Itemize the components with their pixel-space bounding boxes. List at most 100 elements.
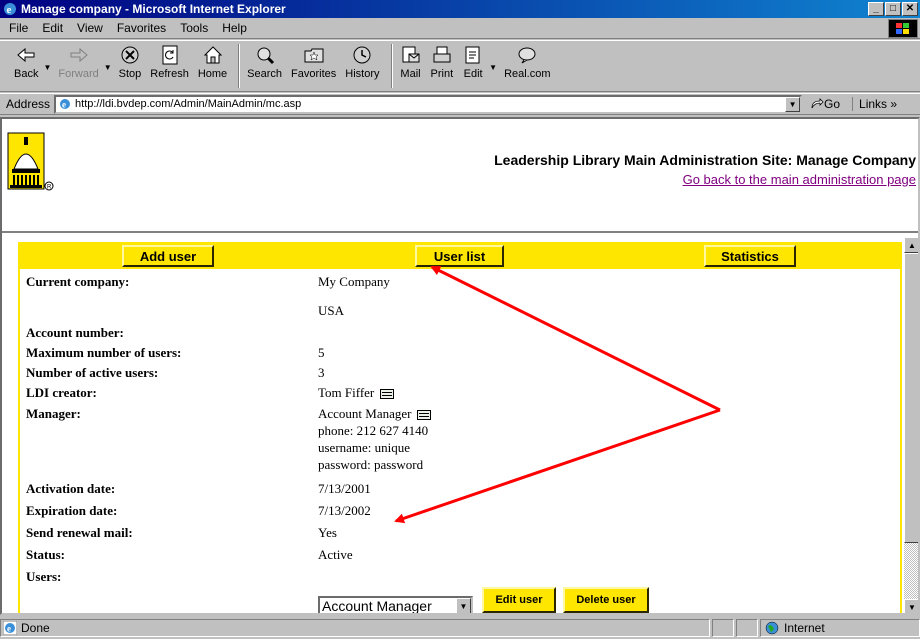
current-company-label: Current company: (26, 274, 130, 289)
toolbar: Back ▼ Forward ▼ Stop Refresh Home Searc… (0, 40, 920, 92)
edit-page-icon (465, 46, 480, 64)
menu-tools[interactable]: Tools (173, 21, 215, 35)
address-bar: Address e http://ldi.bvdep.com/Admin/Mai… (0, 93, 920, 115)
nav-bar: Add user User list Statistics (18, 242, 902, 269)
minimize-button[interactable]: _ (868, 2, 884, 16)
history-icon (353, 46, 371, 64)
manager-value: Account Manager (318, 406, 431, 422)
forward-dropdown-icon[interactable]: ▼ (104, 63, 112, 72)
back-dropdown-icon[interactable]: ▼ (43, 63, 51, 72)
status-bar: e Done Internet (0, 617, 920, 639)
page-done-icon: e (3, 621, 17, 635)
page-viewport: R Leadership Library Main Administration… (0, 117, 920, 615)
expiration-date-label: Expiration date: (26, 503, 118, 518)
svg-text:R: R (47, 185, 52, 191)
forward-button[interactable]: Forward (58, 44, 99, 80)
current-company-value: My Company (318, 274, 390, 289)
home-icon (203, 46, 222, 64)
address-label: Address (6, 97, 51, 111)
windows-logo-icon (888, 19, 918, 38)
status-label: Status: (26, 547, 66, 562)
links-button[interactable]: Links » (852, 97, 897, 111)
menu-favorites[interactable]: Favorites (110, 21, 173, 35)
expiration-date-value: 7/13/2002 (318, 503, 371, 518)
users-select[interactable]: Account Manager ▼ (318, 596, 473, 613)
address-url: http://ldi.bvdep.com/Admin/MainAdmin/mc.… (75, 98, 302, 110)
menu-edit[interactable]: Edit (35, 21, 70, 35)
security-zone-panel: Internet (760, 619, 920, 637)
history-button[interactable]: History (345, 44, 380, 80)
window-title: Manage company - Microsoft Internet Expl… (21, 2, 286, 16)
manager-name: Account Manager (318, 406, 412, 421)
activation-date-value: 7/13/2001 (318, 481, 371, 496)
go-button[interactable]: Go (810, 97, 840, 111)
users-selected-value: Account Manager (322, 598, 432, 613)
maximize-button[interactable]: □ (885, 2, 901, 16)
back-button[interactable]: Back (14, 44, 38, 80)
address-input[interactable]: e http://ldi.bvdep.com/Admin/MainAdmin/m… (54, 94, 803, 114)
svg-text:e: e (62, 100, 66, 110)
toolbar-separator (238, 44, 241, 88)
status-text: Done (21, 621, 50, 635)
add-user-button[interactable]: Add user (122, 245, 214, 267)
toolbar-separator (390, 44, 393, 88)
close-button[interactable]: ✕ (902, 2, 918, 16)
email-icon[interactable] (416, 410, 431, 421)
ldi-creator-value: Tom Fiffer (318, 385, 394, 401)
stop-button[interactable]: Stop (119, 44, 141, 80)
page-header: R Leadership Library Main Administration… (2, 119, 918, 233)
menu-bar: File Edit View Favorites Tools Help (0, 18, 920, 39)
active-users-label: Number of active users: (26, 365, 159, 380)
statistics-button[interactable]: Statistics (704, 245, 796, 267)
go-arrow-icon (811, 98, 824, 109)
user-list-button[interactable]: User list (415, 245, 504, 267)
favorites-button[interactable]: Favorites (291, 44, 336, 80)
renewal-mail-value: Yes (318, 525, 337, 540)
svg-text:e: e (7, 4, 12, 16)
content-frame: Add user User list Statistics Current co… (2, 237, 904, 613)
back-to-main-admin-link[interactable]: Go back to the main administration page (683, 172, 916, 187)
site-title: Leadership Library Main Administration S… (494, 152, 916, 168)
max-users-value: 5 (318, 345, 325, 360)
mail-button[interactable]: Mail (400, 44, 422, 80)
delete-user-button[interactable]: Delete user (563, 587, 649, 613)
vertical-scrollbar[interactable]: ▲ ▼ (904, 237, 918, 613)
printer-icon (433, 46, 451, 63)
manager-username: username: unique (318, 440, 411, 455)
ldi-creator-label: LDI creator: (26, 385, 97, 400)
company-details: Current company: My Company USA Account … (18, 269, 902, 613)
title-bar: e Manage company - Microsoft Internet Ex… (0, 0, 920, 18)
users-dropdown-icon[interactable]: ▼ (456, 598, 471, 613)
globe-icon (765, 621, 779, 635)
status-panel-empty (712, 619, 734, 637)
capitol-dome-logo-icon: R (7, 132, 54, 191)
menu-file[interactable]: File (0, 21, 35, 35)
ie-logo-icon: e (4, 3, 16, 16)
scrollbar-thumb[interactable] (904, 253, 918, 543)
edit-button[interactable]: Edit (462, 44, 484, 80)
menu-view[interactable]: View (70, 21, 110, 35)
real-com-icon (518, 47, 536, 64)
email-icon[interactable] (379, 389, 394, 400)
edit-user-button[interactable]: Edit user (482, 587, 556, 613)
address-dropdown-icon[interactable]: ▼ (785, 96, 801, 112)
manager-password: password: password (318, 457, 424, 472)
refresh-icon (162, 45, 178, 65)
home-button[interactable]: Home (198, 44, 227, 80)
svg-text:e: e (7, 624, 11, 634)
back-arrow-icon (17, 47, 35, 63)
print-button[interactable]: Print (431, 44, 453, 80)
active-users-value: 3 (318, 365, 325, 380)
edit-dropdown-icon[interactable]: ▼ (489, 63, 497, 72)
security-zone-label: Internet (784, 621, 825, 635)
scroll-up-icon[interactable]: ▲ (904, 237, 918, 253)
stop-icon (121, 46, 139, 64)
menu-help[interactable]: Help (215, 21, 254, 35)
account-number-label: Account number: (26, 325, 124, 340)
search-button[interactable]: Search (247, 44, 282, 80)
max-users-label: Maximum number of users: (26, 345, 182, 360)
refresh-button[interactable]: Refresh (150, 44, 189, 80)
real-com-button[interactable]: Real.com (504, 44, 551, 80)
users-label: Users: (26, 569, 62, 584)
scroll-down-icon[interactable]: ▼ (904, 599, 918, 613)
